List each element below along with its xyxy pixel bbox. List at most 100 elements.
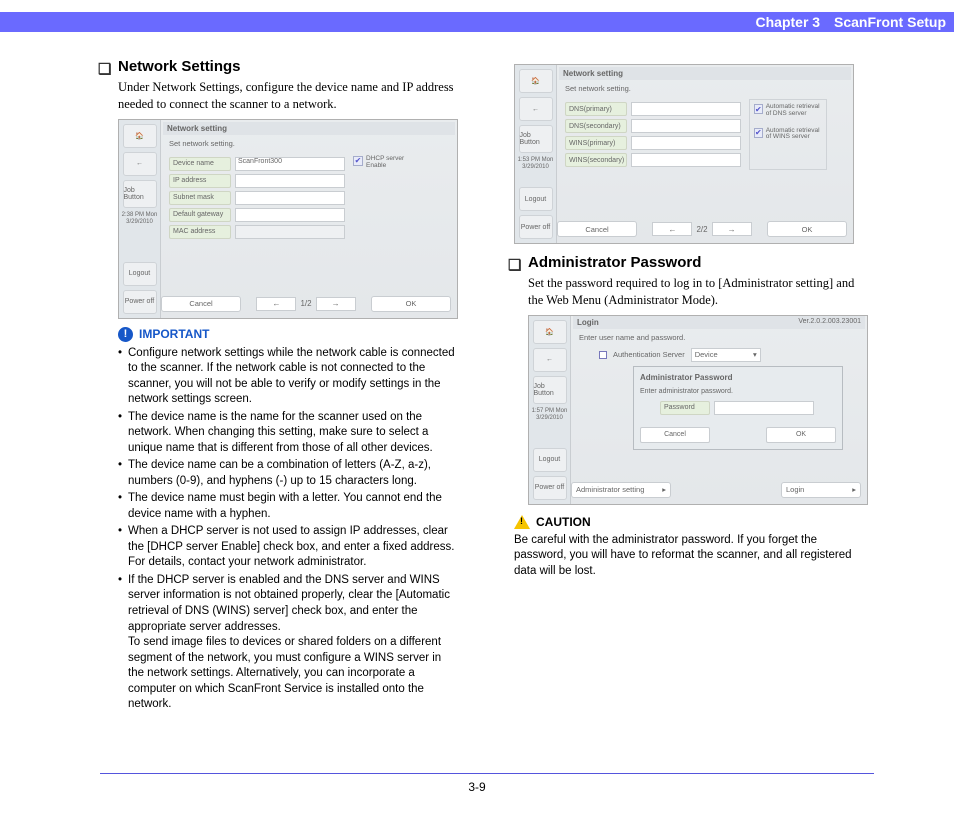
panel-title: Login Ver.2.0.2.003.23001: [573, 316, 865, 329]
section-heading-network: ❏ Network Settings: [100, 58, 460, 75]
caution-icon: [514, 515, 530, 529]
next-page-button[interactable]: →: [316, 297, 356, 311]
list-item: The device name must begin with a letter…: [118, 491, 460, 522]
chevron-right-icon: ▸: [662, 485, 666, 494]
caution-text: Be careful with the administrator passwo…: [514, 533, 870, 580]
admin-setting-button[interactable]: Administrator setting▸: [571, 482, 671, 498]
field-label: Subnet mask: [169, 191, 231, 205]
home-button[interactable]: 🏠: [519, 69, 553, 93]
field-label: DNS(secondary): [565, 119, 627, 133]
job-button[interactable]: Job Button: [533, 376, 567, 404]
clock-label: 1:53 PM Mon 3/29/2010: [517, 157, 555, 171]
prev-page-button[interactable]: ←: [256, 297, 296, 311]
footer-rule: [100, 773, 874, 774]
screenshot-admin-password: 🏠 ← Job Button 1:57 PM Mon 3/29/2010 Log…: [528, 315, 868, 505]
password-input[interactable]: [714, 401, 814, 415]
auth-label: Authentication Server: [613, 350, 685, 359]
dhcp-checkbox[interactable]: ✔: [353, 156, 363, 166]
dhcp-label: DHCP server Enable: [366, 156, 418, 170]
dns2-input[interactable]: [631, 119, 741, 133]
ok-button[interactable]: OK: [767, 221, 847, 237]
admin-intro: Set the password required to log in to […: [528, 275, 870, 309]
device-name-input[interactable]: ScanFront300: [235, 157, 345, 171]
subnet-input[interactable]: [235, 191, 345, 205]
list-item: Configure network settings while the net…: [118, 346, 460, 408]
panel-title: Network setting: [163, 122, 455, 135]
field-label: Default gateway: [169, 208, 231, 222]
version-label: Ver.2.0.2.003.23001: [798, 318, 861, 327]
field-label: WINS(secondary): [565, 153, 627, 167]
dialog-subtitle: Enter administrator password.: [640, 388, 836, 395]
panel-title: Network setting: [559, 67, 851, 80]
auth-select[interactable]: Device▾: [691, 348, 761, 362]
chapter-label: Chapter 3: [756, 14, 821, 30]
page-header-band: Chapter 3 ScanFront Setup: [0, 12, 954, 32]
wins2-input[interactable]: [631, 153, 741, 167]
back-button[interactable]: ←: [519, 97, 553, 121]
caution-callout: CAUTION: [514, 515, 870, 529]
chevron-down-icon: ▾: [753, 350, 757, 359]
logout-button[interactable]: Logout: [123, 262, 157, 286]
field-label: IP address: [169, 174, 231, 188]
bookmark-icon: ❏: [98, 60, 111, 78]
back-button[interactable]: ←: [533, 348, 567, 372]
important-list: Configure network settings while the net…: [118, 346, 460, 713]
password-dialog: Administrator Password Enter administrat…: [633, 366, 843, 450]
bookmark-icon: ❏: [508, 256, 521, 274]
home-button[interactable]: 🏠: [533, 320, 567, 344]
network-intro: Under Network Settings, configure the de…: [118, 79, 460, 113]
page-indicator: 1/2: [300, 299, 311, 308]
dns1-input[interactable]: [631, 102, 741, 116]
auto-wins-checkbox[interactable]: ✔: [754, 128, 763, 138]
list-item: The device name can be a combination of …: [118, 458, 460, 489]
cancel-button[interactable]: Cancel: [161, 296, 241, 312]
chapter-title: ScanFront Setup: [834, 14, 946, 30]
ip-input[interactable]: [235, 174, 345, 188]
auto-wins-label: Automatic retrieval of WINS server: [766, 128, 822, 142]
field-label: Device name: [169, 157, 231, 171]
login-subtitle: Enter user name and password.: [579, 333, 859, 342]
chevron-right-icon: ▸: [852, 485, 856, 494]
wins1-input[interactable]: [631, 136, 741, 150]
auto-dns-label: Automatic retrieval of DNS server: [766, 104, 822, 118]
auto-dns-checkbox[interactable]: ✔: [754, 104, 763, 114]
power-button[interactable]: Power off: [533, 476, 567, 500]
panel-subtitle: Set network setting.: [169, 139, 449, 148]
list-item: When a DHCP server is not used to assign…: [118, 524, 460, 571]
login-button[interactable]: Login▸: [781, 482, 861, 498]
field-label: DNS(primary): [565, 102, 627, 116]
list-item: The device name is the name for the scan…: [118, 410, 460, 457]
section-heading-admin: ❏ Administrator Password: [510, 254, 870, 271]
dialog-title: Administrator Password: [640, 373, 836, 382]
password-label: Password: [660, 401, 710, 415]
clock-label: 2:38 PM Mon 3/29/2010: [121, 212, 159, 226]
ok-button[interactable]: OK: [371, 296, 451, 312]
back-button[interactable]: ←: [123, 152, 157, 176]
job-button[interactable]: Job Button: [123, 180, 157, 208]
list-item: If the DHCP server is enabled and the DN…: [118, 573, 460, 713]
screenshot-network-settings: 🏠 ← Job Button 2:38 PM Mon 3/29/2010 Log…: [118, 119, 458, 319]
screenshot-network-settings-2: 🏠 ← Job Button 1:53 PM Mon 3/29/2010 Log…: [514, 64, 854, 244]
field-label: WINS(primary): [565, 136, 627, 150]
page-number: 3-9: [0, 780, 954, 794]
field-label: MAC address: [169, 225, 231, 239]
mac-input: [235, 225, 345, 239]
cancel-button[interactable]: Cancel: [557, 221, 637, 237]
job-button[interactable]: Job Button: [519, 125, 553, 153]
dialog-ok-button[interactable]: OK: [766, 427, 836, 443]
home-button[interactable]: 🏠: [123, 124, 157, 148]
logout-button[interactable]: Logout: [519, 187, 553, 211]
logout-button[interactable]: Logout: [533, 448, 567, 472]
auth-checkbox[interactable]: [599, 351, 607, 359]
power-button[interactable]: Power off: [123, 290, 157, 314]
important-icon: !: [118, 327, 133, 342]
page-indicator: 2/2: [696, 225, 707, 234]
panel-subtitle: Set network setting.: [565, 84, 845, 93]
power-button[interactable]: Power off: [519, 215, 553, 239]
important-callout: ! IMPORTANT: [118, 327, 460, 342]
clock-label: 1:57 PM Mon 3/29/2010: [531, 408, 569, 422]
gateway-input[interactable]: [235, 208, 345, 222]
prev-page-button[interactable]: ←: [652, 222, 692, 236]
next-page-button[interactable]: →: [712, 222, 752, 236]
dialog-cancel-button[interactable]: Cancel: [640, 427, 710, 443]
